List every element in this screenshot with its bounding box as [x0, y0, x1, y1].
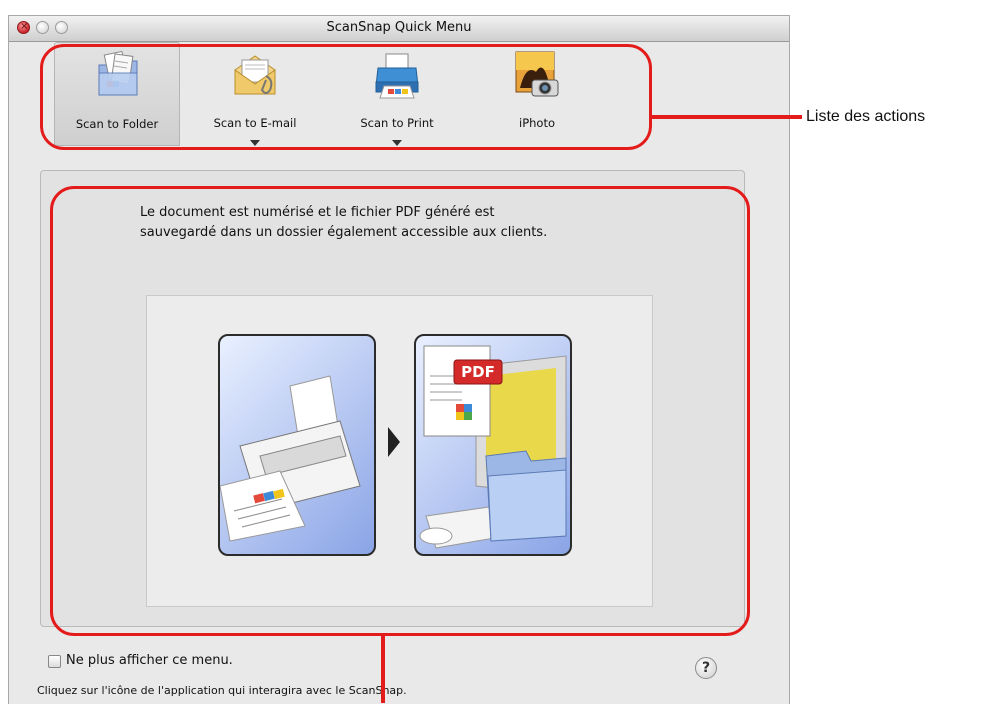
dont-show-again-label[interactable]: Ne plus afficher ce menu.: [66, 653, 233, 668]
description-callout: [50, 186, 750, 636]
help-button[interactable]: ?: [695, 657, 717, 679]
actions-list-callout-label: Liste des actions: [806, 108, 926, 125]
window-title: ScanSnap Quick Menu: [326, 20, 472, 35]
actions-list-callout-line: [652, 115, 802, 119]
actions-list-callout: [40, 44, 652, 150]
title-bar[interactable]: × ScanSnap Quick Menu: [9, 16, 789, 42]
hint-text: Cliquez sur l'icône de l'application qui…: [37, 684, 407, 697]
dont-show-again-checkbox[interactable]: [48, 655, 61, 668]
description-callout-line: [381, 636, 385, 703]
